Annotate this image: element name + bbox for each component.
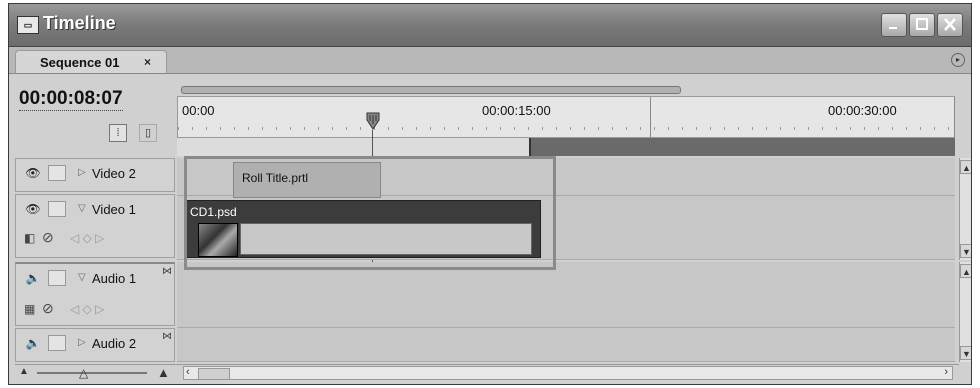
tab-close-icon[interactable]: × <box>144 55 151 69</box>
lock-toggle[interactable] <box>48 335 66 351</box>
track-audio-1[interactable] <box>177 262 955 328</box>
horizontal-scrollbar[interactable]: ‹ › <box>183 366 953 380</box>
scroll-down-icon[interactable]: ▼ <box>960 244 971 258</box>
track-label: Audio 2 <box>92 336 137 351</box>
scroll-right-icon[interactable]: › <box>944 366 948 378</box>
minimize-icon <box>889 27 897 29</box>
sync-icon: ⋈ <box>162 266 172 277</box>
audio-tracks-scrollbar[interactable]: ▲ ▼ <box>959 262 971 362</box>
window-title: Timeline <box>43 13 116 33</box>
keyframe-nav-icon[interactable]: ◁ ◇ ▷ <box>70 231 104 245</box>
panel-menu-icon[interactable]: ▸ <box>951 53 965 67</box>
snap-icon[interactable]: ⁞ <box>109 124 127 142</box>
set-marker-icon[interactable]: ▯ <box>139 124 157 142</box>
maximize-icon <box>916 18 928 30</box>
tab-label: Sequence 01 <box>40 55 120 70</box>
keyframe-nav-icon[interactable]: ◁ ◇ ▷ <box>70 302 104 316</box>
work-area-range[interactable] <box>177 138 531 156</box>
ruler-minor-ticks <box>178 127 954 130</box>
expand-triangle-icon[interactable]: ▽ <box>78 203 86 214</box>
track-header-audio-2[interactable]: 🔈 ▷ Audio 2 ⋈ <box>15 328 175 362</box>
scroll-left-icon[interactable]: ‹ <box>186 366 190 378</box>
lock-toggle[interactable] <box>48 165 66 181</box>
title-bar[interactable]: ▭ Timeline <box>9 4 971 47</box>
eye-icon[interactable]: 👁 <box>24 201 42 217</box>
waveform-display-icon[interactable]: ▦ <box>24 302 35 316</box>
track-label: Video 2 <box>92 166 136 181</box>
zoom-out-icon[interactable]: ▲ <box>19 366 29 377</box>
expand-triangle-icon[interactable]: ▽ <box>78 272 86 283</box>
playhead-handle-icon[interactable] <box>366 112 380 130</box>
track-header-audio-1[interactable]: 🔈 ▽ Audio 1 ▦ ⊘ ◁ ◇ ▷ ⋈ <box>15 262 175 326</box>
track-audio-2[interactable] <box>177 328 955 362</box>
tab-bar: Sequence 01 × ▸ <box>9 47 971 74</box>
scroll-up-icon[interactable]: ▲ <box>960 264 971 278</box>
zoom-in-icon[interactable]: ▲ <box>157 365 170 380</box>
no-keyframe-icon[interactable]: ⊘ <box>42 229 54 246</box>
render-bar <box>177 138 955 156</box>
selection-outline <box>184 156 556 270</box>
close-icon <box>944 18 956 31</box>
no-keyframe-icon[interactable]: ⊘ <box>42 300 54 317</box>
ruler-tick-label: 00:00:30:00 <box>828 103 897 118</box>
current-timecode[interactable]: 00:00:08:07 <box>19 88 123 111</box>
ruler-tick-label: 00:00:15:00 <box>482 103 551 118</box>
scroll-thumb[interactable] <box>198 368 230 380</box>
sync-icon: ⋈ <box>162 331 172 342</box>
eye-icon[interactable]: 👁 <box>24 165 42 181</box>
display-style-icon[interactable]: ◧ <box>24 231 35 245</box>
video-tracks-scrollbar[interactable]: ▲ ▼ <box>959 158 971 260</box>
speaker-icon[interactable]: 🔈 <box>24 335 42 351</box>
track-label: Video 1 <box>92 202 136 217</box>
time-ruler[interactable]: 00:00 00:00:15:00 00:00:30:00 <box>177 96 955 138</box>
tab-sequence-01[interactable]: Sequence 01 × <box>15 50 167 73</box>
track-header-video-1[interactable]: 👁 ▽ Video 1 ◧ ⊘ ◁ ◇ ▷ <box>15 194 175 258</box>
scroll-down-icon[interactable]: ▼ <box>960 346 971 360</box>
minimize-button[interactable] <box>881 13 907 37</box>
timeline-window: ▭ Timeline Sequence 01 × ▸ 00:00:08:07 ⁞… <box>8 3 972 385</box>
work-area-bar[interactable] <box>181 86 681 94</box>
collapse-triangle-icon[interactable]: ▷ <box>78 167 86 178</box>
speaker-icon[interactable]: 🔈 <box>24 270 42 286</box>
track-header-video-2[interactable]: 👁 ▷ Video 2 <box>15 158 175 192</box>
lock-toggle[interactable] <box>48 270 66 286</box>
lock-toggle[interactable] <box>48 201 66 217</box>
close-button[interactable] <box>937 13 963 37</box>
zoom-slider-track[interactable] <box>37 372 147 374</box>
ruler-tick <box>650 97 651 137</box>
zoom-slider-thumb[interactable]: △ <box>79 366 88 380</box>
track-label: Audio 1 <box>92 271 137 286</box>
collapse-triangle-icon[interactable]: ▷ <box>78 337 86 348</box>
scroll-up-icon[interactable]: ▲ <box>960 160 971 174</box>
ruler-tick-label: 00:00 <box>182 103 215 118</box>
ruler-tick <box>954 97 955 137</box>
premiere-app-icon: ▭ <box>17 16 39 34</box>
maximize-button[interactable] <box>909 13 935 37</box>
